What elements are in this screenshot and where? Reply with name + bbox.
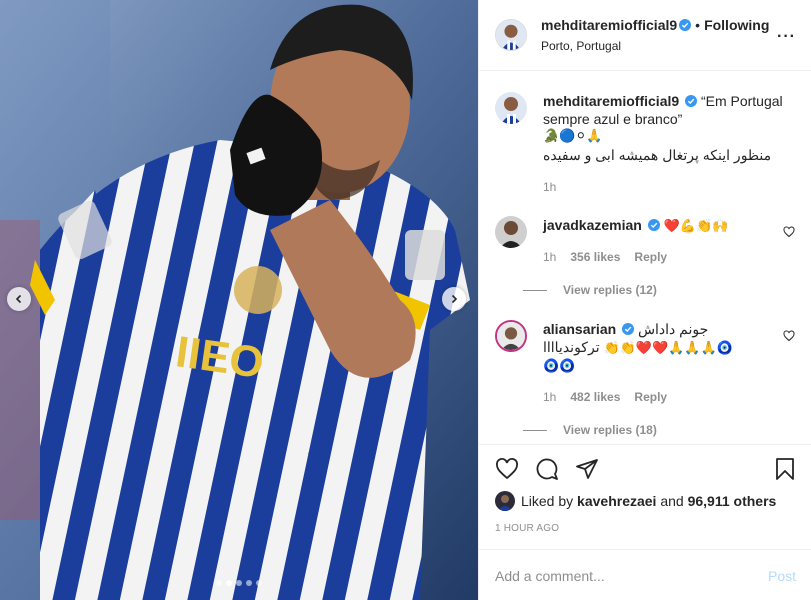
carousel-dot [256,580,262,586]
liker-username[interactable]: kavehrezaei [577,493,656,509]
comment-emojis-line2: 🧿🧿 [543,359,576,374]
comment-likes[interactable]: 482 likes [570,390,620,404]
carousel-next-button[interactable] [442,287,466,311]
comment-like-icon[interactable] [783,330,795,342]
post-actions: Liked by kavehrezaei and 96,911 others 1… [479,444,811,600]
liker-avatar[interactable] [495,491,515,511]
verified-badge-icon [622,323,635,335]
carousel-dot [246,580,252,586]
share-icon [576,459,598,479]
replies-divider [523,289,547,291]
comments-list[interactable]: mehditaremiofficial9 “Em Portugal sempre… [479,72,811,444]
share-button[interactable] [575,457,599,481]
comment-text: جونم داداش [637,321,709,337]
instagram-post: IIEO mehditaremiofficial9 • Following Po… [0,0,811,600]
comment-emojis: 👏👏❤️❤️🙏🙏🙏🧿 [603,341,734,356]
caption-avatar[interactable] [495,92,527,124]
post-media[interactable]: IIEO [0,0,478,600]
add-comment-bar: Post [479,549,811,600]
caption-username[interactable]: mehditaremiofficial9 [543,93,679,109]
comment-reply-button[interactable]: Reply [634,390,667,404]
post-header: mehditaremiofficial9 • Following Porto, … [479,0,811,71]
comment-username[interactable]: javadkazemian [543,217,642,233]
verified-badge-icon [685,95,698,107]
post-photo: IIEO [0,0,478,600]
view-replies-label: View replies (18) [563,423,657,437]
carousel-indicator [0,580,478,586]
post-comment-button[interactable]: Post [768,568,796,584]
likes-prefix: Liked by [521,493,574,509]
comment-avatar[interactable] [495,320,527,352]
view-replies-button[interactable]: View replies (18) [523,423,657,437]
view-replies-label: View replies (12) [563,283,657,297]
comment-reply-button[interactable]: Reply [634,250,667,264]
header-separator: • [695,17,701,33]
likes-summary[interactable]: Liked by kavehrezaei and 96,911 others [495,491,776,511]
comment-text-line2: ترکوندیاااا [543,339,600,355]
likes-conj: and [660,493,684,509]
author-avatar[interactable] [495,19,527,51]
comment-likes[interactable]: 356 likes [570,250,620,264]
comment-time[interactable]: 1h [543,250,556,264]
chevron-right-icon [451,294,458,304]
caption-persian: منظور اینکه پرتغال همیشه ابی و سفیده [543,147,772,163]
carousel-prev-button[interactable] [7,287,31,311]
comment-username[interactable]: aliansarian [543,321,616,337]
replies-divider [523,429,547,431]
post-timestamp[interactable]: 1 HOUR AGO [495,523,559,534]
like-button[interactable] [495,457,519,481]
comment-avatar[interactable] [495,216,527,248]
caption-emojis: 🐊🔵⚪🙏 [543,129,603,144]
caption-time[interactable]: 1h [543,180,556,194]
verified-badge-icon [679,19,692,31]
comment-input[interactable] [495,567,768,584]
more-options-icon[interactable]: ··· [777,28,796,46]
heart-icon [496,458,518,480]
comment-text: ❤️💪👏🙌 [663,219,729,234]
carousel-dot [216,580,222,586]
comment-time[interactable]: 1h [543,390,556,404]
likes-count[interactable]: 96,911 others [688,493,777,509]
following-button[interactable]: Following [704,17,769,33]
post-panel: mehditaremiofficial9 • Following Porto, … [478,0,811,600]
post-location[interactable]: Porto, Portugal [541,39,769,53]
comment-button[interactable] [535,457,559,481]
comment-like-icon[interactable] [783,226,795,238]
carousel-dot [236,580,242,586]
carousel-dot [226,580,232,586]
comment-icon [536,458,558,480]
save-button[interactable] [773,457,797,481]
verified-badge-icon [647,219,660,231]
bookmark-icon [776,458,794,480]
chevron-left-icon [15,294,22,304]
author-username[interactable]: mehditaremiofficial9 [541,17,677,33]
view-replies-button[interactable]: View replies (12) [523,283,657,297]
